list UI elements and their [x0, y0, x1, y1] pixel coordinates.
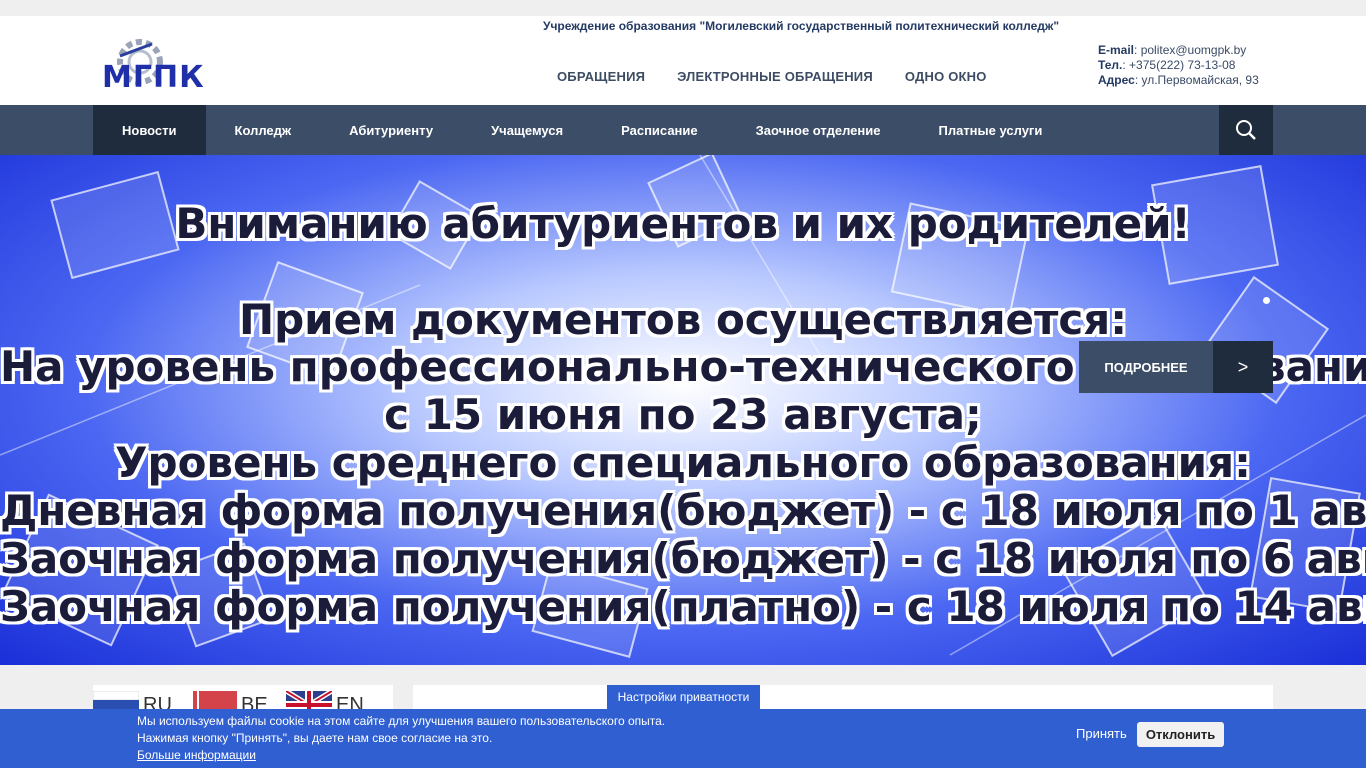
- topnav-one-window[interactable]: ОДНО ОКНО: [905, 69, 987, 84]
- more-button-label: ПОДРОБНЕЕ: [1079, 341, 1213, 393]
- topnav-appeals[interactable]: ОБРАЩЕНИЯ: [557, 69, 645, 84]
- phone-value: +375(222) 73-13-08: [1129, 58, 1236, 72]
- cookie-decline-button[interactable]: Отклонить: [1137, 722, 1224, 747]
- nav-item-paid-services[interactable]: Платные услуги: [909, 105, 1071, 155]
- chevron-right-icon: >: [1213, 341, 1273, 393]
- nav-item-correspondence[interactable]: Заочное отделение: [727, 105, 910, 155]
- top-nav: ОБРАЩЕНИЯ ЭЛЕКТРОННЫЕ ОБРАЩЕНИЯ ОДНО ОКН…: [557, 69, 987, 84]
- more-button[interactable]: ПОДРОБНЕЕ >: [1079, 341, 1273, 393]
- nav-item-student[interactable]: Учащемуся: [462, 105, 592, 155]
- cookie-message: Мы используем файлы cookie на этом сайте…: [137, 713, 665, 747]
- address-value: ул.Первомайская, 93: [1141, 73, 1259, 87]
- nav-item-applicant[interactable]: Абитуриенту: [320, 105, 462, 155]
- cookie-line-2: Нажимая кнопку "Принять", вы даете нам с…: [137, 731, 493, 745]
- topnav-e-appeals[interactable]: ЭЛЕКТРОННЫЕ ОБРАЩЕНИЯ: [677, 69, 873, 84]
- nav-item-news[interactable]: Новости: [93, 105, 206, 155]
- banner-title: Вниманию абитуриентов и их родителей!: [175, 199, 1191, 248]
- cookie-more-link[interactable]: Больше информации: [137, 748, 256, 762]
- banner-line-4: Уровень среднего специального образовани…: [115, 438, 1251, 487]
- email-link[interactable]: politex@uomgpk.by: [1141, 43, 1247, 57]
- search-button[interactable]: [1219, 105, 1273, 155]
- logo-text: МГПК: [102, 60, 205, 95]
- main-nav-items: Новости Колледж Абитуриенту Учащемуся Ра…: [93, 105, 1071, 155]
- site-header: МГПК Учреждение образования "Могилевский…: [0, 16, 1366, 105]
- nav-item-college[interactable]: Колледж: [206, 105, 321, 155]
- org-title: Учреждение образования "Могилевский госу…: [543, 19, 1060, 33]
- banner-line-1: Прием документов осуществляется:: [238, 295, 1128, 344]
- nav-item-schedule[interactable]: Расписание: [592, 105, 727, 155]
- search-icon: [1236, 120, 1256, 140]
- address-label: Адрес: [1098, 73, 1135, 87]
- phone-label: Тел.: [1098, 58, 1123, 72]
- cookie-accept-button[interactable]: Принять: [1076, 726, 1127, 741]
- banner-line-5: Дневная форма получения(бюджет) - с 18 и…: [0, 486, 1366, 535]
- privacy-settings-tab[interactable]: Настройки приватности: [607, 685, 760, 709]
- main-nav: Новости Колледж Абитуриенту Учащемуся Ра…: [0, 105, 1366, 155]
- cookie-banner: Мы используем файлы cookie на этом сайте…: [0, 709, 1366, 768]
- banner-line-7: Заочная форма получения(платно) - с 18 и…: [0, 582, 1366, 631]
- banner-line-6: Заочная форма получения(бюджет) - с 18 и…: [0, 534, 1366, 583]
- email-label: E-mail: [1098, 43, 1135, 57]
- slider-dot[interactable]: [1263, 297, 1270, 304]
- college-logo[interactable]: МГПК: [100, 38, 210, 95]
- banner-line-3: с 15 июня по 23 августа;: [384, 390, 982, 439]
- contacts-block: E-mail: politex@uomgpk.by Тел.: +375(222…: [1098, 43, 1259, 87]
- hero-banner: Вниманию абитуриентов и их родителей! Пр…: [0, 155, 1366, 665]
- cookie-line-1: Мы используем файлы cookie на этом сайте…: [137, 714, 666, 728]
